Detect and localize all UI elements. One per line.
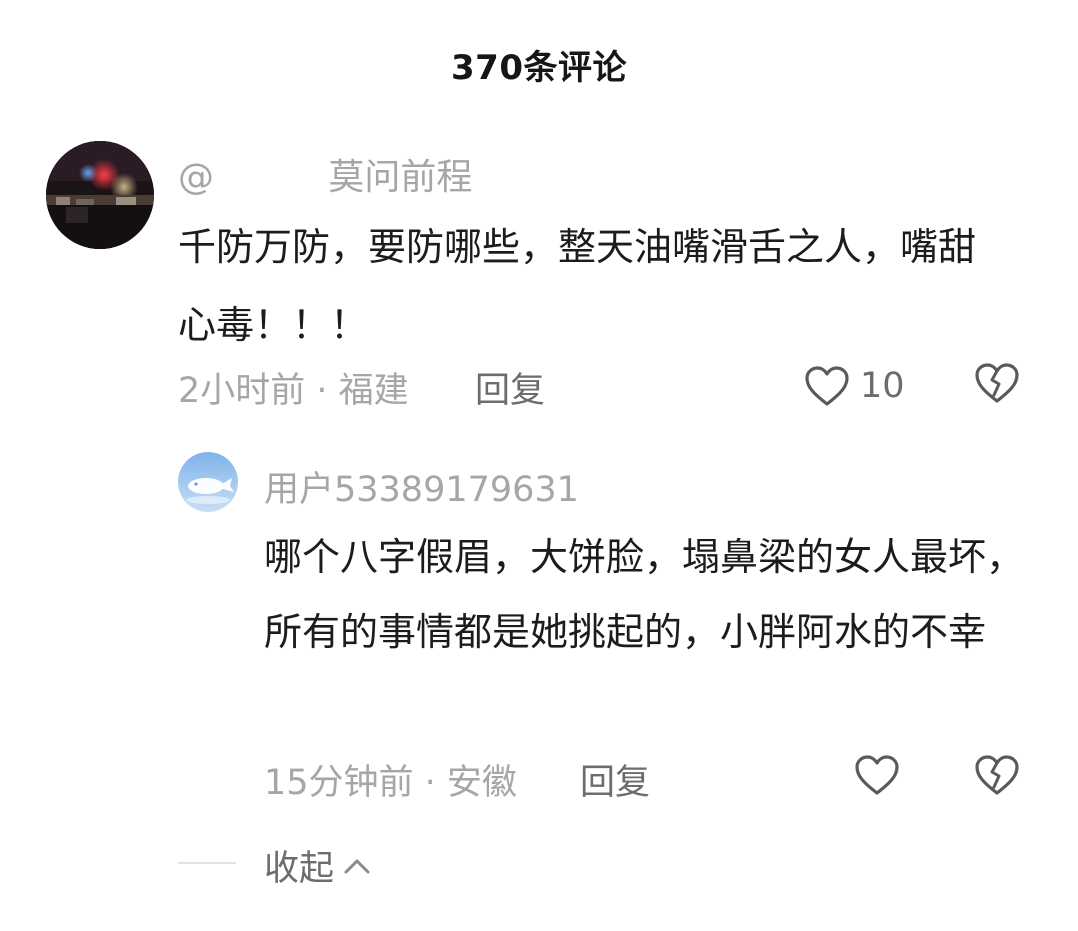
reply-dislike-button[interactable] <box>974 754 1020 796</box>
heart-outline-icon <box>804 365 850 407</box>
comment-text: 千防万防，要防哪些，整天油嘴滑舌之人，嘴甜心毒！！！ <box>178 225 977 347</box>
comment-meta: 2小时前 · 福建 <box>178 371 409 411</box>
reply-text: 哪个八字假眉，大饼脸，塌鼻梁的女人最坏，所有的事情都是她挑起的，小胖阿水的不幸 <box>264 535 1025 654</box>
like-button[interactable]: 10 <box>804 362 905 410</box>
whale-avatar-image <box>178 452 238 512</box>
collapse-divider <box>178 862 236 864</box>
reply-author[interactable]: 用户53389179631 <box>264 461 579 512</box>
reply-to-reply-button[interactable]: 回复 <box>580 754 650 805</box>
collapse-label: 收起 <box>264 849 335 889</box>
chevron-up-icon <box>334 856 372 876</box>
collapse-button[interactable]: 收起 <box>264 840 372 891</box>
comments-count-title: 370条评论 <box>451 48 627 88</box>
dislike-button[interactable] <box>974 362 1020 404</box>
like-count: 10 <box>860 366 905 406</box>
heart-outline-icon <box>854 754 900 796</box>
reply-like-button[interactable] <box>854 754 900 796</box>
night-scene-avatar-image <box>46 141 154 249</box>
broken-heart-icon <box>974 362 1020 404</box>
reply-avatar[interactable] <box>178 452 238 512</box>
comment-author[interactable]: @ 莫问前程 <box>178 148 472 200</box>
broken-heart-icon <box>974 754 1020 796</box>
avatar[interactable] <box>46 141 154 249</box>
reply-button[interactable]: 回复 <box>475 362 545 413</box>
reply-meta: 15分钟前 · 安徽 <box>264 763 517 803</box>
